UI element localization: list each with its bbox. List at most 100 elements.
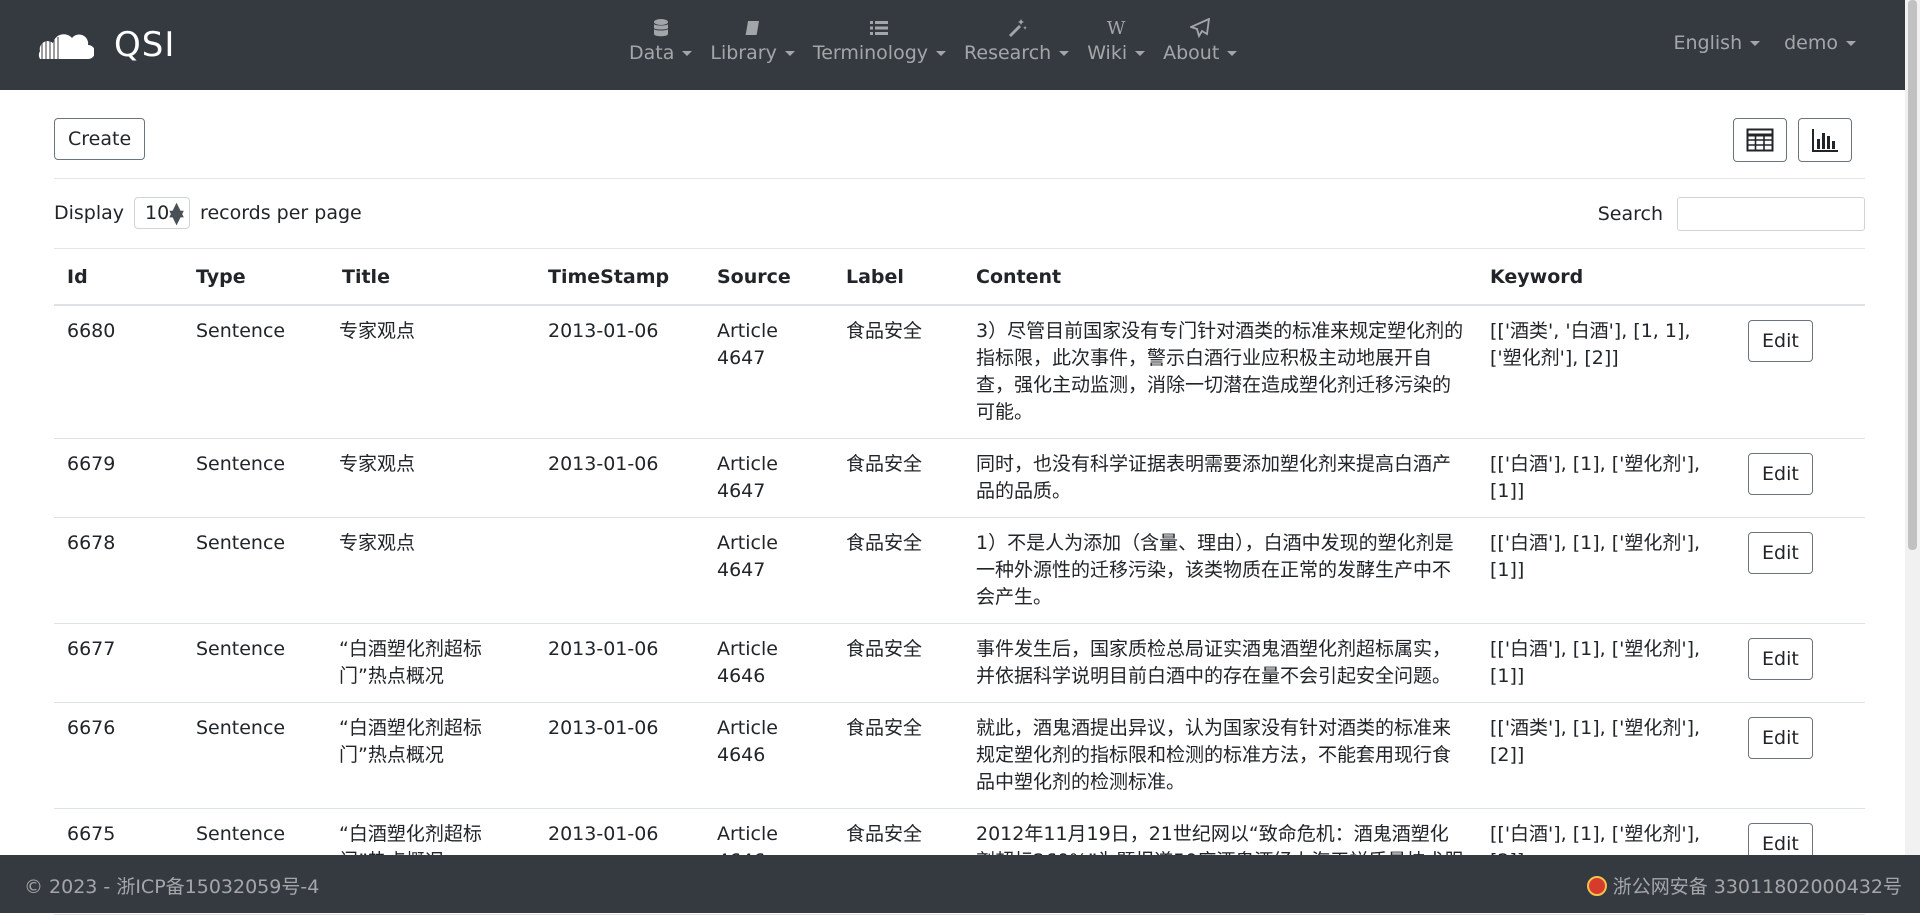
cell-content: 就此，酒鬼酒提出异议，认为国家没有针对酒类的标准来规定塑化剂的指标限和检测的标准… [963,702,1477,809]
search-label: Search [1597,203,1663,225]
edit-button[interactable]: Edit [1748,638,1813,680]
edit-button[interactable]: Edit [1748,532,1813,574]
cell-id: 6677 [54,623,183,703]
cell-actions: Edit [1735,702,1865,809]
cell-source: Article 4647 [704,305,833,439]
table-view-button[interactable] [1733,118,1787,162]
scrollbar-thumb[interactable] [1908,0,1917,550]
cell-timestamp: 2013-01-06 [535,438,704,518]
page-length-select[interactable]: 10 ▲ ▼ [134,197,191,229]
footer-icp-link[interactable]: © 2023 - 浙ICP备15032059号-4 [24,872,319,899]
brand-link[interactable]: QSI [34,22,175,68]
cloud-logo-icon [37,34,94,59]
column-header-content[interactable]: Content [963,250,1477,306]
nav-terminology[interactable]: Terminology [804,16,955,64]
cell-title: “白酒塑化剂超标门”热点概况 [329,702,535,809]
cell-source: Article 4646 [704,702,833,809]
nav-library-label: Library [710,42,777,64]
search-input[interactable] [1677,197,1865,231]
cell-label: 食品安全 [833,438,963,518]
table-header-row: Id Type Title TimeStamp Source Label Con… [54,250,1865,306]
edit-button[interactable]: Edit [1748,320,1813,362]
language-dropdown[interactable]: English [1674,32,1761,54]
cell-actions: Edit [1735,517,1865,624]
cell-type: Sentence [183,438,329,518]
nav-data[interactable]: Data [620,16,701,64]
cell-keyword: [['白酒'], [1], ['塑化剂'], [1]] [1477,438,1735,518]
cell-source: Article 4646 [704,623,833,703]
nav-about[interactable]: About [1154,16,1246,64]
nav-about-label: About [1163,42,1220,64]
cell-actions: Edit [1735,438,1865,518]
cell-timestamp: 2013-01-06 [535,623,704,703]
cell-source: Article 4647 [704,517,833,624]
cell-actions: Edit [1735,305,1865,439]
column-header-title[interactable]: Title [329,250,535,306]
table-row: 6677 Sentence “白酒塑化剂超标门”热点概况 2013-01-06 … [54,623,1865,703]
column-header-type[interactable]: Type [183,250,329,306]
footer-police-link[interactable]: 浙公网安备 33011802000432号 [1586,872,1902,899]
edit-button[interactable]: Edit [1748,453,1813,495]
column-header-source[interactable]: Source [704,250,833,306]
nav-wiki[interactable]: W Wiki [1078,16,1154,64]
edit-button[interactable]: Edit [1748,717,1813,759]
table-row: 6680 Sentence 专家观点 2013-01-06 Article 46… [54,305,1865,439]
cell-timestamp [535,517,704,624]
search-control: Search [1598,197,1865,231]
cell-type: Sentence [183,623,329,703]
create-button[interactable]: Create [54,118,146,160]
cell-timestamp: 2013-01-06 [535,305,704,439]
column-header-keyword[interactable]: Keyword [1477,250,1735,306]
column-header-label[interactable]: Label [833,250,963,306]
page-length-control: Display 10 ▲ ▼ records per page [54,197,362,229]
cell-timestamp: 2013-01-06 [535,702,704,809]
language-label: English [1673,32,1743,54]
nav-research-label: Research [964,42,1052,64]
nav-terminology-label: Terminology [812,42,929,64]
brand-name: QSI [114,25,176,65]
cell-id: 6678 [54,517,183,624]
user-dropdown[interactable]: demo [1784,32,1856,54]
nav-research[interactable]: Research [955,16,1078,64]
footer-police-text: 浙公网安备 33011802000432号 [1612,876,1902,898]
book-icon [743,16,763,40]
page-scrollbar[interactable] [1905,0,1920,855]
table-icon [1746,128,1774,152]
cell-actions: Edit [1735,623,1865,703]
main-nav: Data Library Terminology Research W Wiki [620,16,1246,64]
chart-view-button[interactable] [1798,118,1852,162]
cell-title: “白酒塑化剂超标门”热点概况 [329,623,535,703]
toolbar-divider [54,178,1865,179]
cell-keyword: [['酒类', '白酒'], [1, 1], ['塑化剂'], [2]] [1477,305,1735,439]
cell-content: 3）尽管目前国家没有专门针对酒类的标准来规定塑化剂的指标限，此次事件，警示白酒行… [963,305,1477,439]
cell-label: 食品安全 [833,702,963,809]
cell-label: 食品安全 [833,623,963,703]
page-length-value: 10 [145,202,170,224]
cell-id: 6679 [54,438,183,518]
cell-keyword: [['白酒'], [1], ['塑化剂'], [1]] [1477,517,1735,624]
select-arrows-icon: ▲ ▼ [169,198,184,228]
cell-type: Sentence [183,702,329,809]
cell-source: Article 4647 [704,438,833,518]
list-icon [869,16,889,40]
column-header-id[interactable]: Id [54,250,183,306]
cell-keyword: [['白酒'], [1], ['塑化剂'], [1]] [1477,623,1735,703]
cell-title: 专家观点 [329,517,535,624]
magic-wand-icon [1007,16,1027,40]
cell-type: Sentence [183,517,329,624]
nav-library[interactable]: Library [701,16,803,64]
cell-content: 1）不是人为添加（含量、理由），白酒中发现的塑化剂是一种外源性的迁移污染，该类物… [963,517,1477,624]
display-prefix: Display [54,202,125,224]
table-row: 6676 Sentence “白酒塑化剂超标门”热点概况 2013-01-06 … [54,702,1865,809]
column-header-actions [1735,250,1865,306]
cell-content: 事件发生后，国家质检总局证实酒鬼酒塑化剂超标属实，并依据科学说明目前白酒中的存在… [963,623,1477,703]
paper-plane-icon [1190,16,1211,40]
table-row: 6679 Sentence 专家观点 2013-01-06 Article 46… [54,438,1865,518]
table-top-divider [54,248,1865,249]
footer: © 2023 - 浙ICP备15032059号-4 浙公网安备 33011802… [0,855,1920,913]
navbar: QSI Data Library Terminology Research W … [0,0,1920,90]
cell-title: 专家观点 [329,305,535,439]
column-header-timestamp[interactable]: TimeStamp [535,250,704,306]
cell-id: 6676 [54,702,183,809]
cell-keyword: [['酒类'], [1], ['塑化剂'], [2]] [1477,702,1735,809]
